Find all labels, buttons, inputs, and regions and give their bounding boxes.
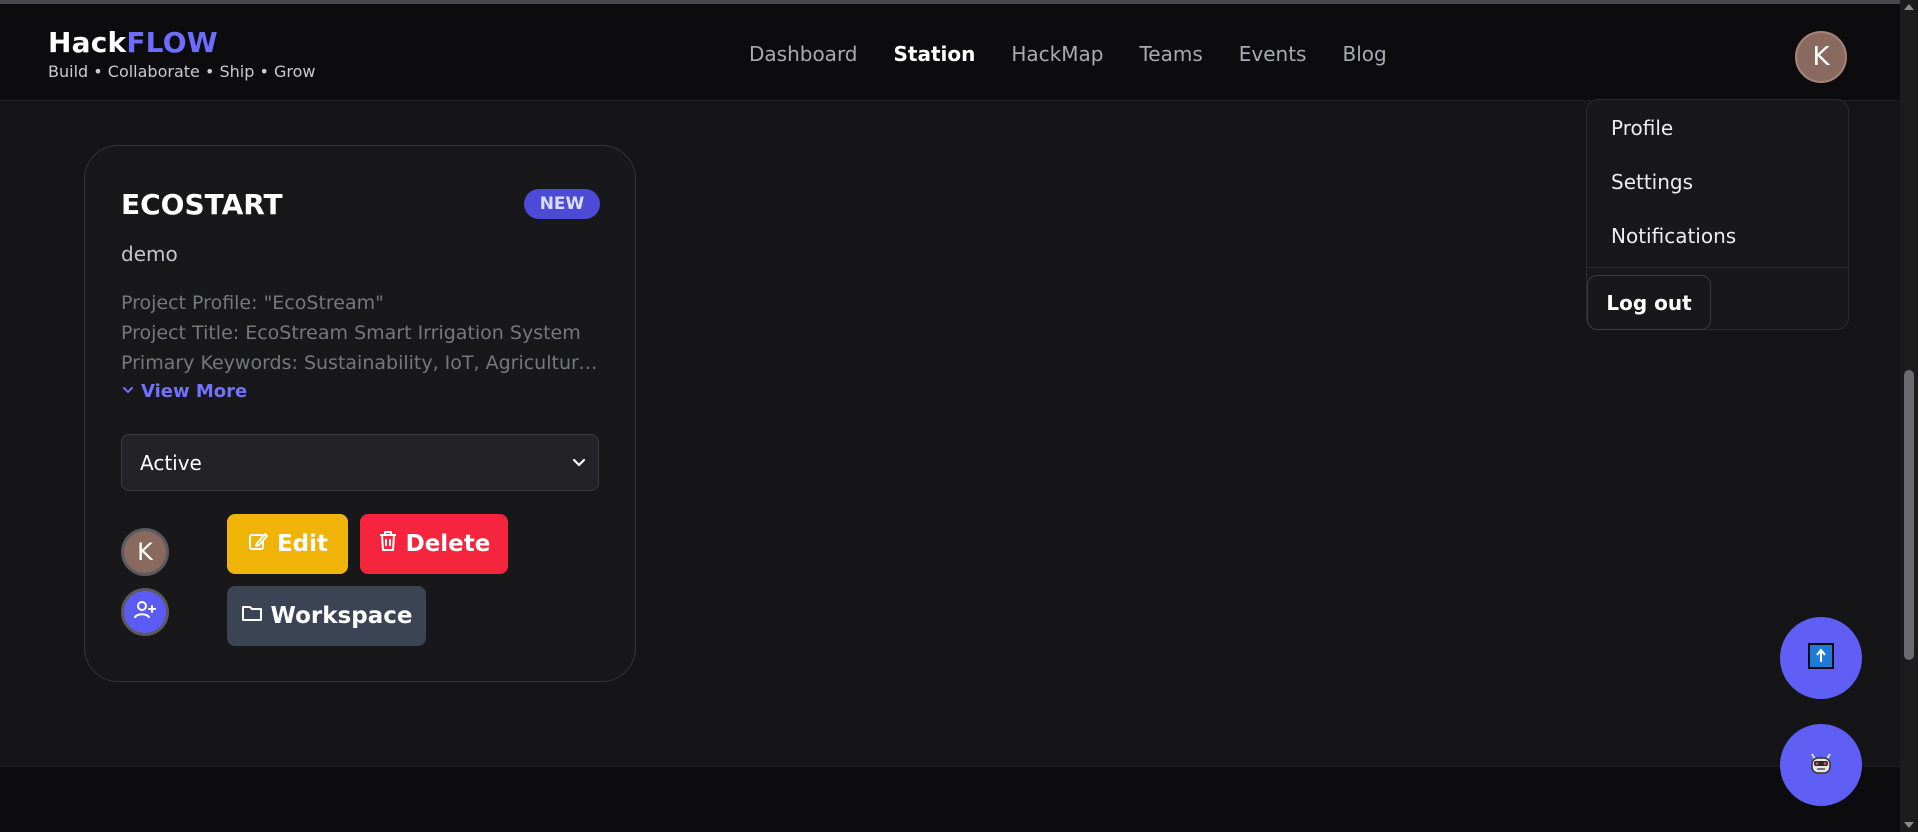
dropdown-item-profile[interactable]: Profile [1611, 116, 1673, 140]
scrollbar-thumb[interactable] [1904, 370, 1914, 660]
project-description: Project Profile: "EcoStream" Project Tit… [121, 288, 603, 378]
delete-button[interactable]: Delete [360, 514, 508, 574]
add-member-button[interactable] [121, 588, 169, 636]
trash-icon [378, 530, 398, 558]
nav-hackmap[interactable]: HackMap [1011, 42, 1103, 66]
brand-tagline: Build • Collaborate • Ship • Grow [48, 62, 316, 81]
nav-station[interactable]: Station [894, 42, 976, 66]
view-more-link[interactable]: View More [121, 381, 247, 402]
nav-blog[interactable]: Blog [1342, 42, 1386, 66]
status-select[interactable]: Active [121, 434, 599, 491]
nav-dashboard[interactable]: Dashboard [749, 42, 858, 66]
edit-icon [247, 530, 269, 558]
view-more-label: View More [141, 381, 248, 402]
logout-button[interactable]: Log out [1587, 275, 1711, 330]
brand-logo[interactable]: HackFLOW Build • Collaborate • Ship • Gr… [48, 26, 316, 81]
dropdown-divider [1587, 267, 1848, 268]
user-dropdown-menu: Profile Settings Notifications Log out [1586, 99, 1849, 330]
user-avatar-button[interactable]: K [1795, 31, 1847, 83]
workspace-button[interactable]: Workspace [227, 586, 426, 646]
delete-label: Delete [405, 531, 491, 557]
main-nav: Dashboard Station HackMap Teams Events B… [749, 42, 1387, 66]
folder-icon [241, 603, 263, 629]
brand-title-hack: Hack [48, 26, 127, 59]
chevron-down-icon [121, 381, 135, 402]
robot-icon [1806, 748, 1836, 782]
page-scrollbar[interactable] [1900, 0, 1918, 832]
chevron-down-icon [570, 452, 588, 476]
description-line: Primary Keywords: Sustainability, IoT, A… [121, 352, 603, 374]
edit-button[interactable]: Edit [227, 514, 348, 574]
project-title: ECOSTART [121, 188, 283, 221]
description-line: Project Profile: "EcoStream" [121, 292, 384, 314]
user-plus-icon [133, 598, 157, 626]
edit-label: Edit [276, 531, 329, 557]
member-avatar[interactable]: K [121, 528, 169, 576]
top-navbar: HackFLOW Build • Collaborate • Ship • Gr… [0, 4, 1900, 101]
status-select-value: Active [140, 450, 202, 475]
nav-teams[interactable]: Teams [1139, 42, 1202, 66]
description-line: Project Title: EcoStream Smart Irrigatio… [121, 322, 581, 344]
upload-fab-button[interactable] [1780, 617, 1862, 699]
dropdown-item-notifications[interactable]: Notifications [1611, 224, 1736, 248]
project-subtitle: demo [121, 242, 178, 266]
nav-events[interactable]: Events [1239, 42, 1307, 66]
project-card: ECOSTART NEW demo Project Profile: "EcoS… [84, 145, 636, 682]
workspace-label: Workspace [270, 603, 413, 629]
brand-title-flow: FLOW [126, 26, 218, 59]
scroll-down-arrow-icon[interactable] [1904, 822, 1914, 828]
new-badge: NEW [524, 189, 600, 219]
upload-arrow-icon [1807, 642, 1835, 674]
dropdown-item-settings[interactable]: Settings [1611, 170, 1693, 194]
scroll-up-arrow-icon[interactable] [1904, 4, 1914, 10]
chatbot-fab-button[interactable] [1780, 724, 1862, 806]
brand-title: HackFLOW [48, 26, 316, 60]
footer [0, 766, 1900, 832]
